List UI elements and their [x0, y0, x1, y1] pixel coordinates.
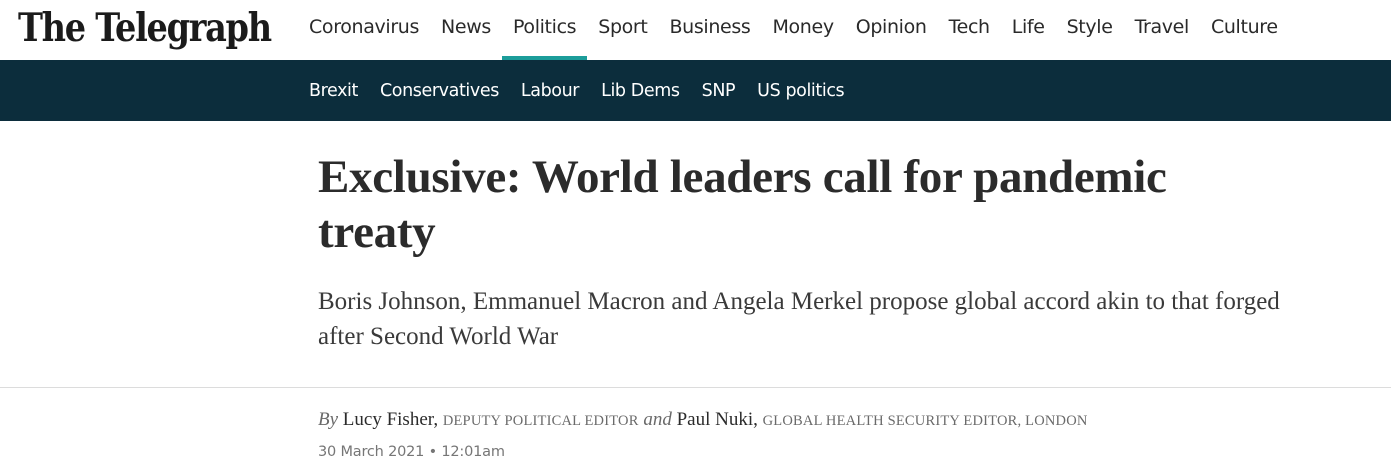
nav-item-sport[interactable]: Sport — [587, 0, 658, 60]
subnav-item-labour[interactable]: Labour — [510, 81, 590, 101]
publish-time: 12:01am — [441, 444, 505, 460]
nav-item-business[interactable]: Business — [659, 0, 762, 60]
byline-and: and — [643, 409, 672, 430]
author-link-lucy-fisher[interactable]: Lucy Fisher, — [343, 409, 438, 430]
subnav-item-snp[interactable]: SNP — [691, 81, 747, 101]
article-dateline: 30 March 2021 • 12:01am — [318, 444, 505, 464]
primary-nav: Coronavirus News Politics Sport Business… — [298, 0, 1289, 60]
author-role-1: DEPUTY POLITICAL EDITOR — [442, 413, 639, 429]
nav-item-politics[interactable]: Politics — [501, 0, 588, 60]
top-header: The Telegraph Coronavirus News Politics … — [0, 0, 1391, 60]
article-headline: Exclusive: World leaders call for pandem… — [318, 151, 1167, 258]
nav-item-opinion[interactable]: Opinion — [845, 0, 938, 60]
nav-item-travel[interactable]: Travel — [1124, 0, 1200, 60]
nav-item-life[interactable]: Life — [1001, 0, 1056, 60]
subnav-item-us-politics[interactable]: US politics — [746, 81, 855, 101]
nav-item-coronavirus[interactable]: Coronavirus — [298, 0, 430, 60]
date-time-separator: • — [428, 444, 438, 460]
nav-item-money[interactable]: Money — [761, 0, 844, 60]
nav-item-news[interactable]: News — [430, 0, 502, 60]
subnav-list: Brexit Conservatives Labour Lib Dems SNP… — [298, 60, 855, 121]
header-divider — [0, 387, 1391, 388]
nav-item-tech[interactable]: Tech — [938, 0, 1001, 60]
nav-item-style[interactable]: Style — [1056, 0, 1124, 60]
byline-by: By — [318, 409, 339, 430]
publish-date: 30 March 2021 — [318, 444, 425, 460]
subnav-item-lib-dems[interactable]: Lib Dems — [590, 81, 691, 101]
article-byline: By Lucy Fisher, DEPUTY POLITICAL EDITOR … — [318, 409, 1088, 435]
politics-subnav: Brexit Conservatives Labour Lib Dems SNP… — [0, 60, 1391, 121]
author-link-paul-nuki[interactable]: Paul Nuki, — [677, 409, 758, 430]
subnav-item-brexit[interactable]: Brexit — [298, 81, 369, 101]
telegraph-logo[interactable]: The Telegraph — [18, 2, 272, 54]
author-role-2: GLOBAL HEALTH SECURITY EDITOR, LONDON — [762, 413, 1088, 429]
article-standfirst: Boris Johnson, Emmanuel Macron and Angel… — [318, 288, 1280, 350]
nav-item-culture[interactable]: Culture — [1200, 0, 1289, 60]
subnav-item-conservatives[interactable]: Conservatives — [369, 81, 510, 101]
